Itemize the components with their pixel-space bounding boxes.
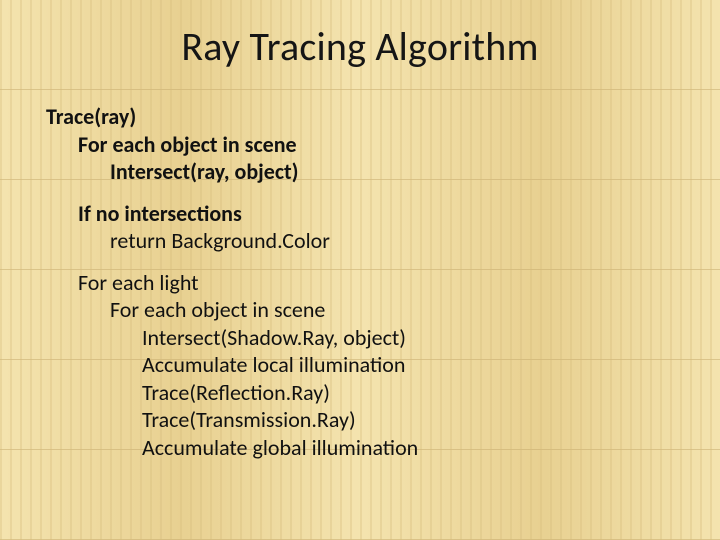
code-line: Trace(Transmission.Ray) — [46, 406, 720, 434]
code-line: Accumulate global illumination — [46, 434, 720, 462]
code-block: Trace(ray) For each object in scene Inte… — [46, 103, 720, 186]
pseudocode-body: Trace(ray) For each object in scene Inte… — [46, 103, 720, 461]
code-line: Intersect(ray, object) — [46, 158, 720, 186]
code-line: For each object in scene — [46, 296, 720, 324]
code-line: Trace(Reflection.Ray) — [46, 379, 720, 407]
code-line: If no intersections — [46, 200, 720, 228]
code-line: Intersect(Shadow.Ray, object) — [46, 324, 720, 352]
code-block: For each light For each object in scene … — [46, 269, 720, 462]
code-line: For each light — [46, 269, 720, 297]
code-line: Trace(ray) — [46, 103, 720, 131]
code-line: Accumulate local illumination — [46, 351, 720, 379]
code-line: For each object in scene — [46, 131, 720, 159]
slide-title: Ray Tracing Algorithm — [0, 0, 720, 71]
code-block: If no intersections return Background.Co… — [46, 200, 720, 255]
code-line: return Background.Color — [46, 227, 720, 255]
